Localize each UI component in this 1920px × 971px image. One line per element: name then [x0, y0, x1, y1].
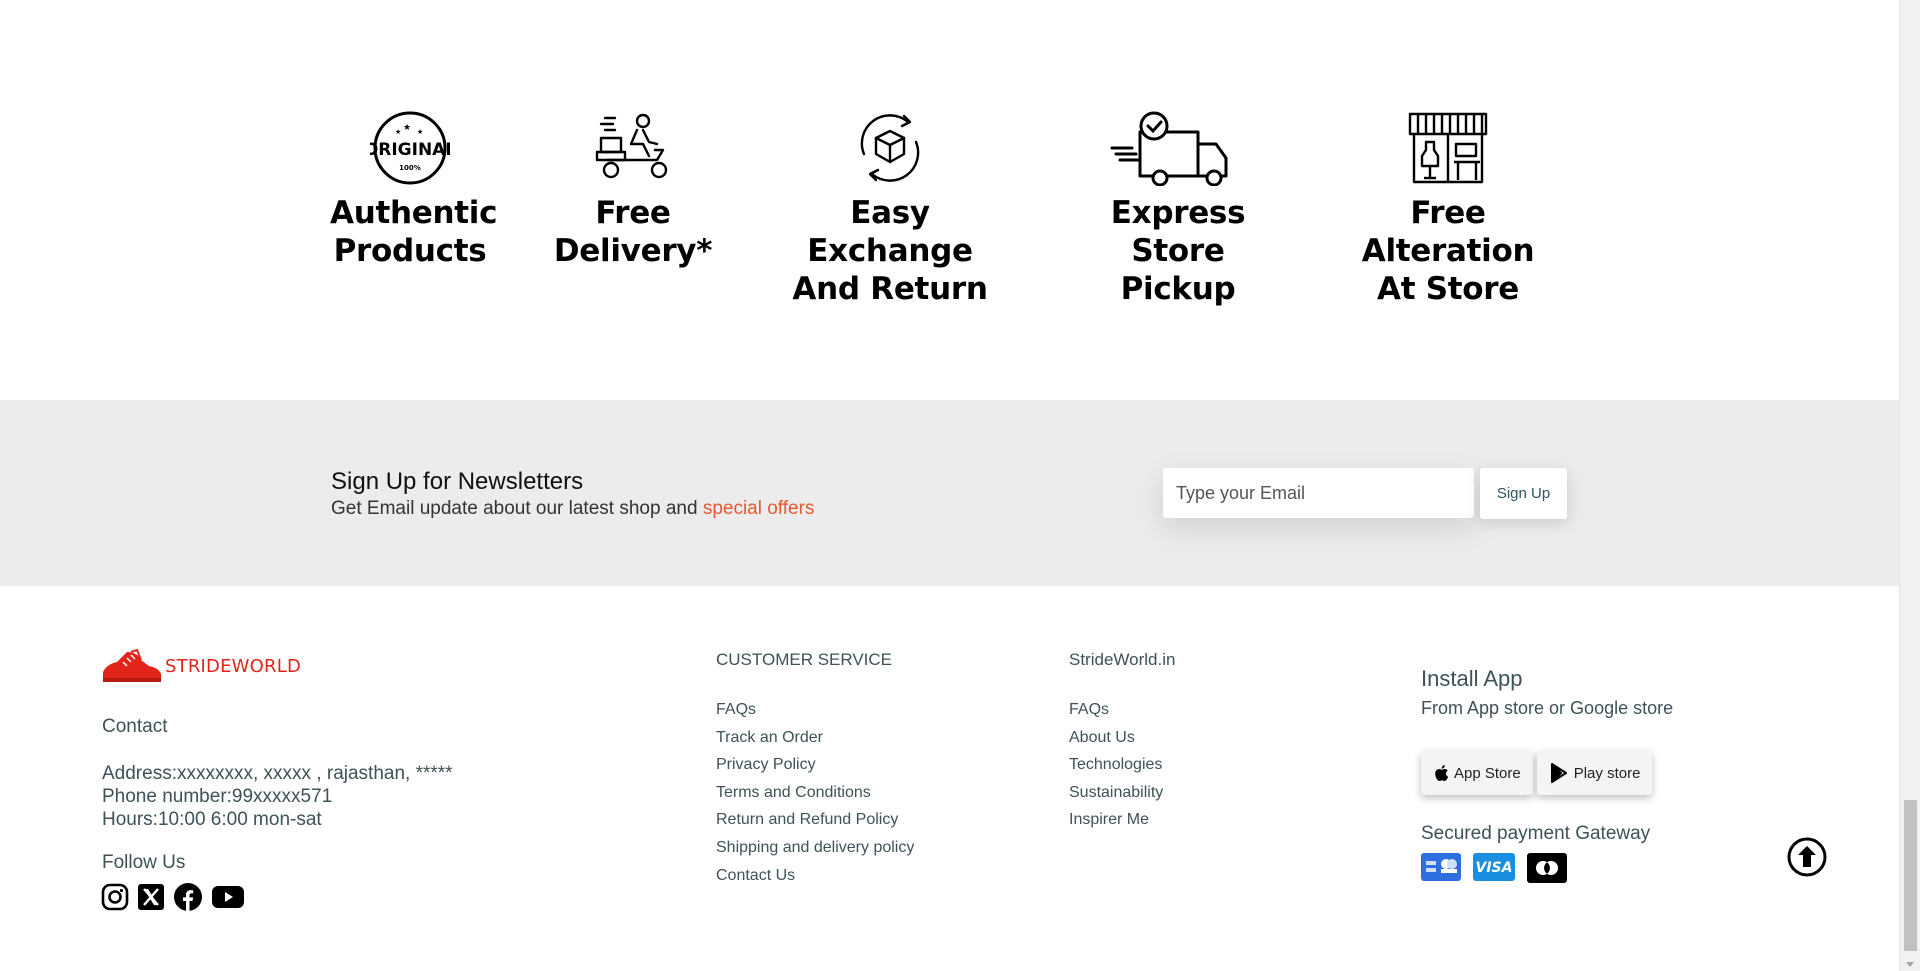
scroll-to-top-button[interactable] [1787, 837, 1827, 877]
customer-service-title: CUSTOMER SERVICE [716, 650, 893, 669]
google-play-icon [1550, 763, 1567, 783]
app-store-button[interactable]: App Store [1421, 751, 1533, 795]
feature-title: Free Delivery* [553, 195, 713, 269]
strideworld-column: StrideWorld.in FAQs About Us Technologie… [1069, 650, 1175, 834]
strideworld-title: StrideWorld.in [1069, 650, 1176, 669]
newsletter-subtext: Get Email update about our latest shop a… [331, 498, 814, 520]
feature-alteration: Free Alteration At Store [1330, 110, 1566, 308]
apple-icon [1435, 765, 1449, 781]
brand-logo[interactable]: STRIDEWORLD [101, 648, 301, 684]
original-badge-icon: ★ ★ ★ ORIGINAL 100% [370, 111, 450, 185]
play-store-button[interactable]: Play store [1536, 751, 1653, 795]
newsletter-heading: Sign Up for Newsletters [331, 468, 584, 495]
footer-link[interactable]: Contact Us [716, 862, 914, 890]
feature-title: Free Alteration At Store [1361, 195, 1535, 307]
footer-link[interactable]: Terms and Conditions [716, 779, 914, 807]
contact-details: Address:xxxxxxxx, xxxxx , rajasthan, ***… [102, 762, 453, 831]
feature-title: Authentic Products [330, 195, 498, 269]
feature-exchange: Easy Exchange And Return [770, 110, 1010, 308]
footer-link[interactable]: Shipping and delivery policy [716, 834, 914, 862]
page: ★ ★ ★ ORIGINAL 100% AuthenticProducts [0, 0, 1899, 971]
special-offers-link[interactable]: special offers [703, 498, 815, 519]
scrollbar-thumb[interactable] [1904, 800, 1917, 951]
footer-link[interactable]: Track an Order [716, 724, 914, 752]
follow-us-title: Follow Us [102, 852, 186, 873]
social-links [101, 882, 245, 912]
tailor-store-icon [1408, 112, 1488, 184]
visa-icon: VISA [1473, 853, 1515, 881]
app-buttons: App Store Play store [1421, 751, 1673, 795]
svg-text:★: ★ [403, 123, 411, 133]
footer-link[interactable]: About Us [1069, 724, 1175, 752]
svg-text:★: ★ [417, 128, 423, 136]
feature-title: Express Store Pickup [1110, 195, 1246, 307]
play-store-label: Play store [1573, 764, 1641, 782]
feature-delivery: Free Delivery* [553, 110, 713, 270]
arrow-up-circle-icon [1787, 837, 1827, 877]
payment-title: Secured payment Gateway [1421, 823, 1651, 844]
brand-name: STRIDEWORLD [165, 655, 302, 677]
newsletter-subtext-main: Get Email update about our latest shop a… [331, 498, 703, 519]
svg-text:100%: 100% [399, 164, 421, 172]
phone-text: Phone number:99xxxxx571 [102, 786, 333, 807]
svg-text:ORIGINAL: ORIGINAL [370, 140, 450, 160]
footer-link[interactable]: FAQs [716, 696, 914, 724]
footer-link[interactable]: Technologies [1069, 751, 1175, 779]
footer-link[interactable]: Sustainability [1069, 779, 1175, 807]
app-store-label: App Store [1454, 764, 1521, 782]
email-input[interactable] [1163, 468, 1474, 518]
newsletter-section: Sign Up for Newsletters Get Email update… [0, 400, 1899, 586]
x-twitter-icon[interactable] [137, 883, 165, 911]
customer-service-column: CUSTOMER SERVICE FAQs Track an Order Pri… [716, 650, 914, 889]
sneaker-logo-icon [103, 648, 161, 682]
delivery-truck-icon [1110, 111, 1228, 186]
sign-up-button[interactable]: Sign Up [1480, 468, 1567, 519]
scroll-down-arrow-icon[interactable] [1906, 962, 1914, 967]
footer-link[interactable]: Inspirer Me [1069, 806, 1175, 834]
footer-link[interactable]: Privacy Policy [716, 751, 914, 779]
feature-authentic: ★ ★ ★ ORIGINAL 100% AuthenticProducts [330, 110, 498, 270]
payment-icons: VISA [1421, 853, 1673, 883]
vertical-scrollbar[interactable] [1899, 0, 1920, 971]
install-app-title: Install App [1421, 666, 1523, 691]
feature-pickup: Express Store Pickup [1080, 110, 1276, 308]
footer: STRIDEWORLD Contact Address:xxxxxxxx, xx… [0, 586, 1899, 971]
svg-text:VISA: VISA [1476, 860, 1513, 876]
footer-link[interactable]: Return and Refund Policy [716, 806, 914, 834]
feature-title: Easy Exchange And Return [792, 195, 988, 307]
install-app-column: Install App From App store or Google sto… [1421, 666, 1673, 883]
svg-text:★: ★ [395, 128, 401, 136]
mastercard-icon [1527, 853, 1567, 883]
contact-title: Contact [102, 716, 168, 737]
footer-link[interactable]: FAQs [1069, 696, 1175, 724]
card-icon [1421, 853, 1461, 881]
exchange-box-icon [860, 114, 920, 182]
youtube-icon[interactable] [211, 884, 245, 910]
delivery-scooter-icon [595, 113, 668, 179]
address-text: Address:xxxxxxxx, xxxxx , rajasthan, ***… [102, 763, 453, 784]
facebook-icon[interactable] [173, 882, 203, 912]
hours-text: Hours:10:00 6:00 mon-sat [102, 809, 322, 830]
features-section: ★ ★ ★ ORIGINAL 100% AuthenticProducts [0, 0, 1899, 400]
install-app-subtitle: From App store or Google store [1421, 698, 1674, 718]
instagram-icon[interactable] [101, 883, 129, 911]
